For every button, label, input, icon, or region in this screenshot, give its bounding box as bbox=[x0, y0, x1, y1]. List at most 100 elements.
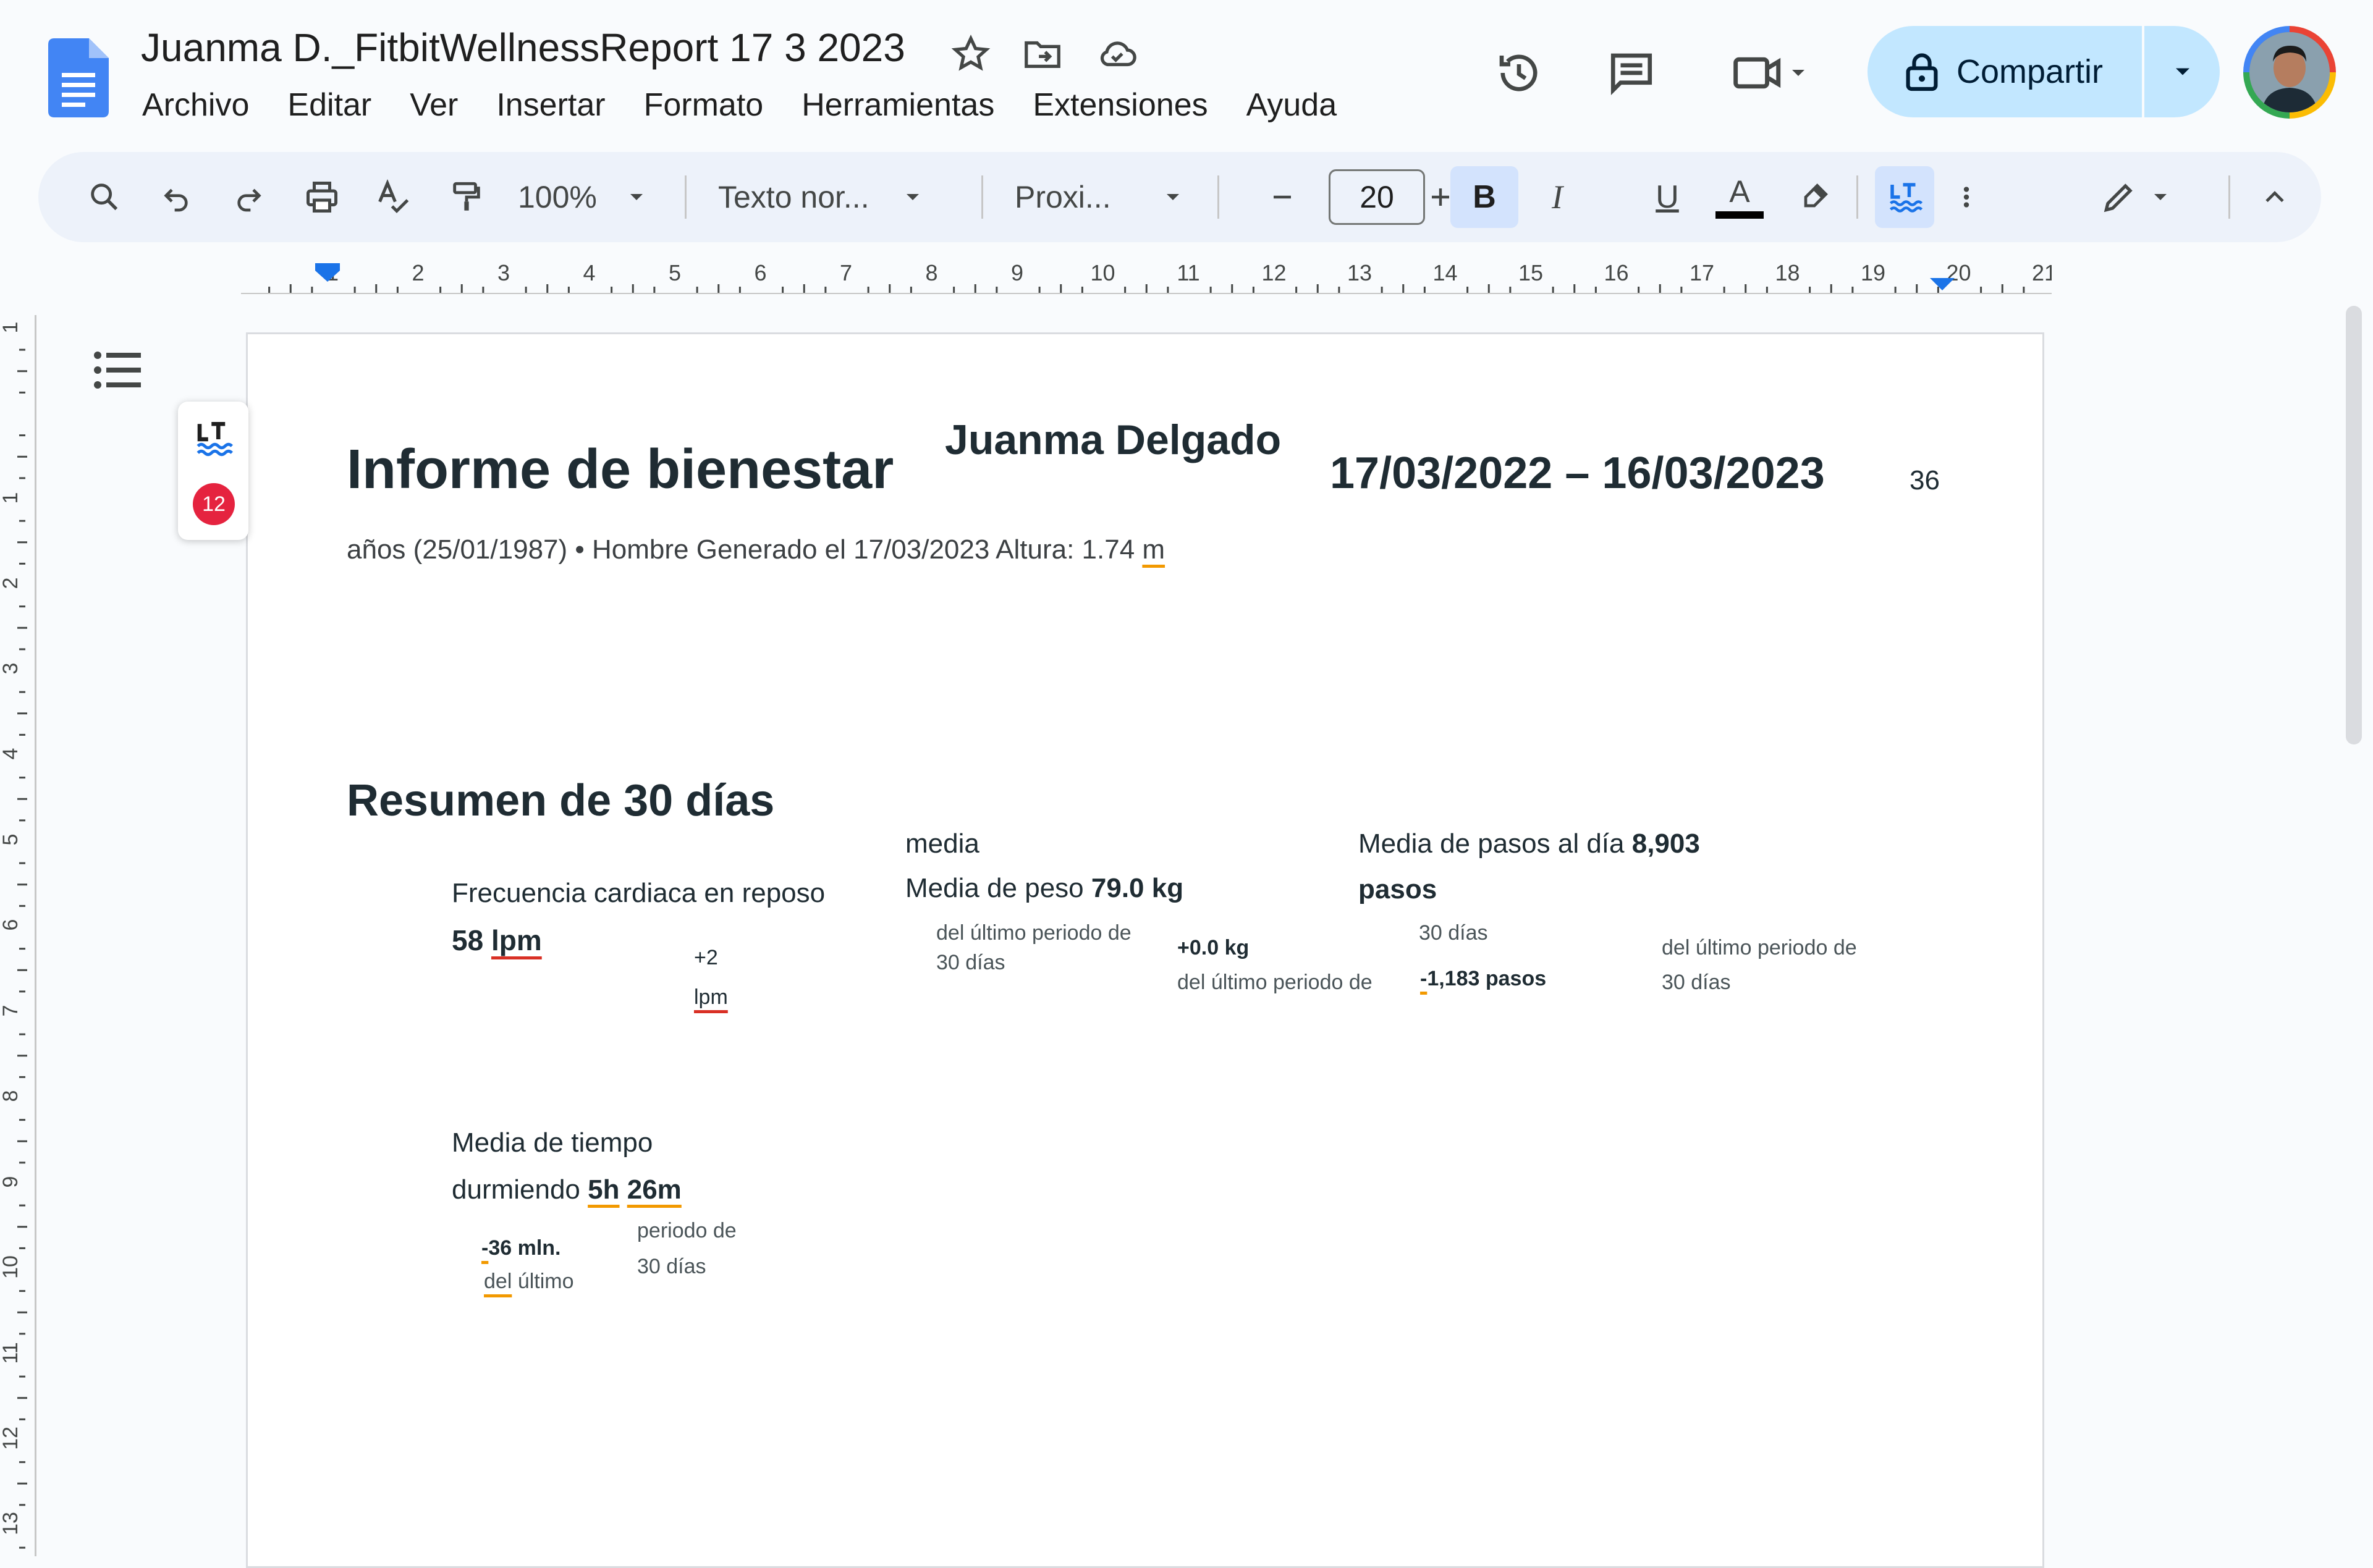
bold-button[interactable]: B bbox=[1450, 166, 1518, 228]
ruler-label: 4 bbox=[0, 748, 22, 760]
toolbar-divider bbox=[685, 175, 687, 219]
underline-button[interactable]: U bbox=[1636, 166, 1698, 228]
ruler-tick bbox=[1145, 284, 1148, 293]
redo-icon[interactable] bbox=[221, 166, 277, 228]
ruler-tick bbox=[996, 287, 998, 293]
user-avatar[interactable] bbox=[2243, 26, 2336, 119]
spellcheck-icon[interactable] bbox=[366, 166, 421, 228]
ruler-tick bbox=[19, 948, 25, 950]
paragraph-style-select[interactable]: Texto nor... bbox=[718, 166, 990, 228]
document-outline-icon[interactable] bbox=[93, 349, 142, 392]
vertical-ruler[interactable]: 112345678910111213 bbox=[0, 315, 37, 1556]
meta-unit: m bbox=[1142, 534, 1165, 565]
ruler-tick bbox=[19, 1461, 25, 1464]
editing-mode-button[interactable] bbox=[2084, 166, 2189, 228]
ruler-tick bbox=[1937, 287, 1939, 293]
hr-change-unit: lpm bbox=[694, 985, 728, 1009]
ruler-tick bbox=[1830, 284, 1832, 293]
ruler-tick bbox=[653, 287, 656, 293]
sleep-change-line: -36 mln. bbox=[481, 1236, 561, 1260]
vertical-scrollbar[interactable] bbox=[2346, 306, 2362, 744]
ruler-label: 8 bbox=[925, 260, 937, 285]
decrease-font-size-button[interactable] bbox=[1254, 166, 1310, 228]
comments-icon[interactable] bbox=[1601, 42, 1662, 104]
menu-editar[interactable]: Editar bbox=[287, 86, 371, 130]
ruler-tick bbox=[439, 287, 442, 293]
ruler-tick bbox=[17, 370, 27, 373]
ruler-tick bbox=[19, 391, 25, 394]
text-color-button[interactable]: A bbox=[1706, 166, 1774, 228]
sleep-period-c: periodo de bbox=[637, 1219, 737, 1242]
toolbar-divider bbox=[2228, 175, 2230, 219]
cloud-saved-icon[interactable] bbox=[1095, 32, 1138, 75]
ruler-tick bbox=[1851, 287, 1854, 293]
ruler-tick bbox=[717, 284, 720, 293]
sleep-change-dash: - bbox=[481, 1236, 489, 1260]
toolbar-divider bbox=[981, 175, 983, 219]
share-label: Compartir bbox=[1956, 53, 2104, 90]
paint-format-icon[interactable] bbox=[439, 166, 494, 228]
zoom-select[interactable]: 100% bbox=[518, 166, 691, 228]
ruler-label: 5 bbox=[0, 834, 22, 846]
menu-formato[interactable]: Formato bbox=[644, 86, 764, 130]
ruler-tick bbox=[17, 1226, 27, 1228]
ruler-label: 21 bbox=[2032, 260, 2052, 285]
meet-video-icon[interactable] bbox=[1718, 42, 1823, 104]
languagetool-toolbar-icon[interactable] bbox=[1875, 166, 1934, 228]
font-select[interactable]: Proxi... bbox=[1015, 166, 1237, 228]
menu-extensiones[interactable]: Extensiones bbox=[1033, 86, 1208, 130]
ruler-tick bbox=[460, 284, 463, 293]
share-button[interactable]: Compartir bbox=[1868, 26, 2220, 117]
ruler-label: 18 bbox=[1775, 260, 1800, 285]
weight-period-1: del último periodo de bbox=[936, 921, 1132, 945]
text-color-glyph: A bbox=[1729, 174, 1750, 209]
languagetool-issue-count-badge[interactable]: 12 bbox=[193, 483, 235, 525]
search-menus-icon[interactable] bbox=[77, 166, 132, 228]
ruler-tick bbox=[1295, 287, 1298, 293]
ruler-tick bbox=[1552, 287, 1554, 293]
ruler-label: 1 bbox=[0, 492, 22, 504]
ruler-tick bbox=[19, 1033, 25, 1035]
chevron-down-icon bbox=[2154, 194, 2167, 200]
document-page[interactable]: Informe de bienestar Juanma Delgado 17/0… bbox=[246, 332, 2044, 1568]
menu-ver[interactable]: Ver bbox=[410, 86, 458, 130]
zoom-value: 100% bbox=[518, 180, 597, 214]
hide-menus-chevron-up-icon[interactable] bbox=[2247, 166, 2303, 228]
weight-change: +0.0 kg bbox=[1177, 936, 1250, 959]
share-dropdown-button[interactable] bbox=[2146, 26, 2220, 117]
highlight-color-icon[interactable] bbox=[1783, 166, 1845, 228]
ruler-label: 16 bbox=[1604, 260, 1628, 285]
steps-unit: pasos bbox=[1358, 874, 1437, 904]
languagetool-logo-icon[interactable] bbox=[193, 419, 234, 460]
document-title[interactable]: Juanma D._FitbitWellnessReport 17 3 2023 bbox=[141, 25, 905, 70]
menu-herramientas[interactable]: Herramientas bbox=[802, 86, 994, 130]
weight-pre-label: media bbox=[905, 828, 979, 859]
undo-icon[interactable] bbox=[148, 166, 204, 228]
ruler-label: 4 bbox=[583, 260, 595, 285]
ruler-tick bbox=[19, 1204, 25, 1207]
more-options-icon[interactable] bbox=[1942, 166, 1991, 228]
font-size-input[interactable]: 20 bbox=[1329, 169, 1425, 225]
version-history-icon[interactable] bbox=[1488, 42, 1550, 104]
ruler-tick bbox=[19, 1290, 25, 1292]
ruler-tick bbox=[19, 1119, 25, 1121]
sleep-line: durmiendo 5h 26m bbox=[452, 1174, 682, 1205]
sleep-period-line: del último bbox=[484, 1270, 574, 1294]
star-icon[interactable] bbox=[949, 32, 992, 75]
ruler-label: 3 bbox=[497, 260, 510, 285]
steps-label: Media de pasos al día bbox=[1358, 828, 1632, 859]
menu-insertar[interactable]: Insertar bbox=[496, 86, 605, 130]
menu-archivo[interactable]: Archivo bbox=[142, 86, 249, 130]
languagetool-panel[interactable]: 12 bbox=[178, 402, 248, 540]
sleep-change: 36 mln. bbox=[488, 1236, 561, 1260]
lock-icon bbox=[1906, 53, 1938, 91]
horizontal-ruler[interactable]: 123456789101112131415161718192021 bbox=[241, 253, 2052, 294]
move-folder-icon[interactable] bbox=[1021, 32, 1064, 75]
meet-dropdown-icon[interactable] bbox=[1786, 61, 1811, 85]
print-icon[interactable] bbox=[294, 166, 350, 228]
docs-logo-icon[interactable] bbox=[48, 38, 109, 117]
menu-ayuda[interactable]: Ayuda bbox=[1246, 86, 1337, 130]
italic-button[interactable]: I bbox=[1526, 166, 1588, 228]
ruler-tick bbox=[824, 287, 827, 293]
ruler-tick bbox=[696, 287, 698, 293]
